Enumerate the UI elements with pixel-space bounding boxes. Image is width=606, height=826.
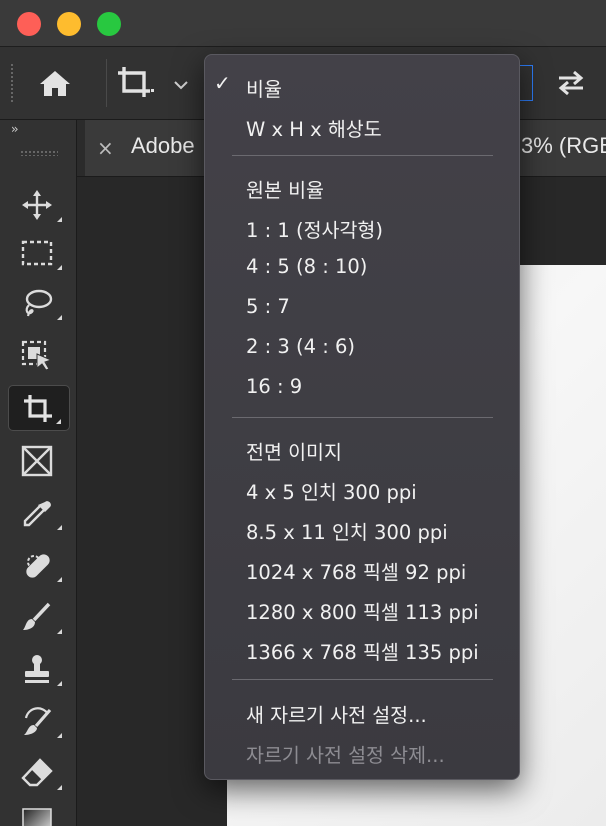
menu-item-delete-crop-preset: 자르기 사전 설정 삭제... bbox=[246, 744, 445, 767]
history-brush-icon bbox=[24, 707, 52, 735]
gradient-icon bbox=[22, 808, 52, 826]
tool-submenu-indicator bbox=[56, 419, 61, 424]
tool-submenu-indicator bbox=[57, 315, 62, 320]
crop-preset-picker[interactable] bbox=[114, 61, 194, 105]
close-window-button[interactable] bbox=[17, 12, 41, 36]
tool-submenu-indicator bbox=[57, 525, 62, 530]
tool-submenu-indicator bbox=[57, 733, 62, 738]
history-brush-tool[interactable] bbox=[8, 698, 70, 744]
checkmark-icon: ✓ bbox=[214, 71, 231, 95]
menu-separator bbox=[232, 417, 493, 418]
chevron-down-icon bbox=[174, 81, 188, 90]
swap-button[interactable] bbox=[552, 67, 590, 99]
menu-item-1280x800-113ppi[interactable]: 1280 x 800 픽셀 113 ppi bbox=[246, 596, 479, 625]
tool-submenu-indicator bbox=[57, 785, 62, 790]
eraser-tool[interactable] bbox=[8, 750, 70, 796]
frame-tool[interactable] bbox=[8, 438, 70, 484]
marquee-tool[interactable] bbox=[8, 230, 70, 276]
menu-item-8-5x11-300ppi[interactable]: 8.5 x 11 인치 300 ppi bbox=[246, 516, 448, 545]
spot-healing-brush-icon bbox=[26, 554, 50, 578]
menu-item-1024x768-92ppi[interactable]: 1024 x 768 픽셀 92 ppi bbox=[246, 556, 466, 585]
collapse-panel-button[interactable]: ›› bbox=[11, 122, 18, 136]
crop-tool[interactable] bbox=[8, 385, 70, 431]
tool-submenu-indicator bbox=[57, 265, 62, 270]
crop-icon bbox=[118, 67, 154, 97]
tool-submenu-indicator bbox=[57, 577, 62, 582]
spot-healing-tool[interactable] bbox=[8, 542, 70, 588]
menu-item-original-ratio[interactable]: 원본 비율 bbox=[246, 174, 324, 203]
gradient-tool[interactable] bbox=[8, 800, 70, 826]
menu-item-5-7[interactable]: 5 : 7 bbox=[246, 295, 290, 318]
move-icon bbox=[22, 190, 52, 220]
options-bar-grip[interactable] bbox=[10, 63, 14, 103]
maximize-window-button[interactable] bbox=[97, 12, 121, 36]
menu-item-front-image[interactable]: 전면 이미지 bbox=[246, 436, 342, 465]
document-tab-title-suffix: 3% (RGB bbox=[521, 133, 606, 158]
close-tab-icon[interactable]: × bbox=[97, 136, 114, 160]
menu-separator bbox=[232, 155, 493, 156]
menu-item-new-crop-preset[interactable]: 새 자르기 사전 설정... bbox=[246, 699, 427, 728]
object-selection-icon bbox=[21, 340, 53, 371]
menu-item-2-3[interactable]: 2 : 3 (4 : 6) bbox=[246, 335, 355, 358]
brush-icon bbox=[23, 602, 51, 630]
tool-submenu-indicator bbox=[57, 217, 62, 222]
lasso-icon bbox=[25, 289, 53, 317]
menu-item-wxh-resolution[interactable]: W x H x 해상도 bbox=[246, 113, 382, 142]
home-icon bbox=[40, 71, 70, 96]
tools-panel: ›› bbox=[0, 120, 77, 826]
swap-icon bbox=[558, 70, 584, 96]
move-tool[interactable] bbox=[8, 182, 70, 228]
minimize-window-button[interactable] bbox=[57, 12, 81, 36]
eraser-icon bbox=[21, 758, 53, 787]
brush-tool[interactable] bbox=[8, 594, 70, 640]
menu-separator bbox=[232, 679, 493, 680]
clone-stamp-icon bbox=[25, 655, 49, 683]
menu-item-4-5[interactable]: 4 : 5 (8 : 10) bbox=[246, 255, 367, 278]
menu-item-1-1[interactable]: 1 : 1 (정사각형) bbox=[246, 214, 383, 243]
document-tab-title: Adobe bbox=[131, 133, 195, 158]
rectangular-marquee-icon bbox=[21, 240, 53, 266]
options-divider bbox=[106, 59, 107, 107]
tool-submenu-indicator bbox=[57, 681, 62, 686]
lasso-tool[interactable] bbox=[8, 280, 70, 326]
crop-icon bbox=[24, 395, 52, 422]
window-titlebar bbox=[0, 0, 606, 47]
ratio-field-focus[interactable] bbox=[520, 65, 533, 101]
object-selection-tool[interactable] bbox=[8, 332, 70, 378]
clone-stamp-tool[interactable] bbox=[8, 646, 70, 692]
tool-submenu-indicator bbox=[57, 629, 62, 634]
tools-panel-grip[interactable] bbox=[20, 150, 58, 156]
eyedropper-icon bbox=[23, 501, 51, 527]
frame-icon bbox=[21, 445, 53, 477]
menu-item-ratio[interactable]: 비율 bbox=[246, 73, 282, 102]
menu-item-1366x768-135ppi[interactable]: 1366 x 768 픽셀 135 ppi bbox=[246, 636, 479, 665]
crop-ratio-menu: ✓ 비율 W x H x 해상도 원본 비율 1 : 1 (정사각형) 4 : … bbox=[204, 54, 520, 780]
menu-item-4x5-300ppi[interactable]: 4 x 5 인치 300 ppi bbox=[246, 476, 417, 505]
eyedropper-tool[interactable] bbox=[8, 490, 70, 536]
home-button[interactable] bbox=[35, 65, 75, 101]
menu-item-16-9[interactable]: 16 : 9 bbox=[246, 375, 302, 398]
